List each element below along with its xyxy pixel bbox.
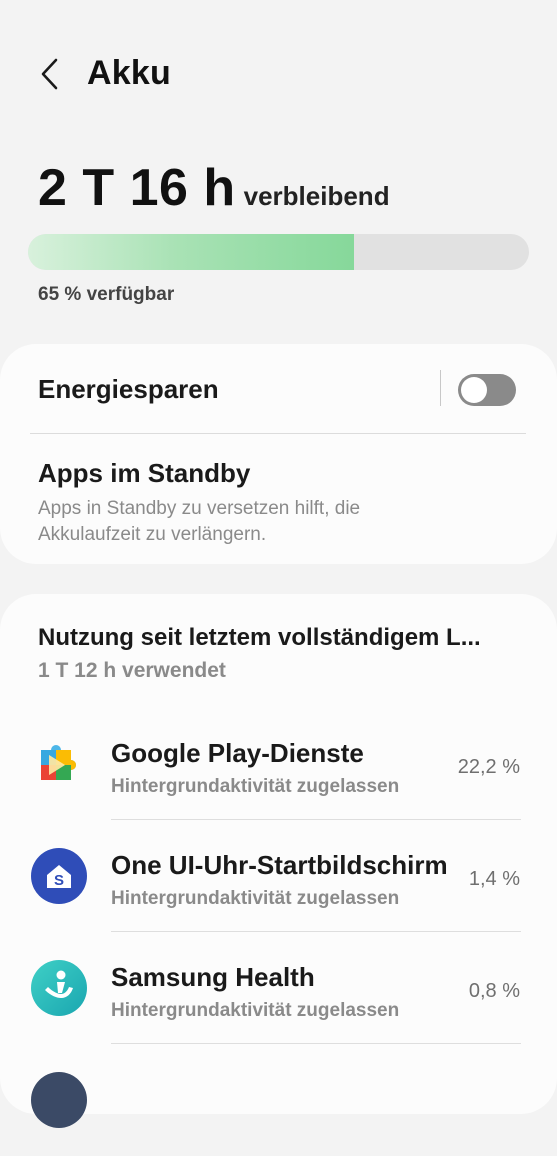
app-usage-percent: 1,4 % (468, 868, 520, 890)
apps-standby-title[interactable]: Apps im Standby (38, 458, 250, 489)
remaining-time: 2 T 16 h (38, 159, 236, 217)
usage-title: Nutzung seit letztem vollständigem L... (38, 624, 481, 651)
app-status: Hintergrundaktivität zugelassen (111, 776, 400, 797)
app-usage-row[interactable]: Samsung Health Hintergrundaktivität zuge… (0, 932, 557, 1044)
power-saving-row[interactable]: Energiesparen (38, 370, 518, 406)
apps-standby-description: Apps in Standby zu versetzen hilft, die … (38, 498, 361, 545)
app-status: Hintergrundaktivität zugelassen (111, 888, 400, 909)
app-usage-percent: 22,2 % (457, 756, 520, 778)
chevron-left-icon (41, 58, 58, 90)
usage-time: 1 T 12 h verwendet (38, 659, 226, 682)
app-usage-row[interactable]: Google Play-Dienste Hintergrundaktivität… (0, 708, 557, 820)
app-name: One UI-Uhr-Startbildschirm (111, 850, 448, 880)
battery-available-text: 65 % verfügbar (38, 284, 175, 305)
app-name: Samsung Health (111, 962, 315, 992)
app-usage-percent: 0,8 % (468, 980, 520, 1002)
app-name: Google Play-Dienste (111, 738, 364, 768)
power-settings-card: Energiesparen Apps im Standby Apps in St… (0, 344, 557, 564)
samsung-health-icon (31, 960, 87, 1016)
app-status: Hintergrundaktivität zugelassen (111, 1000, 400, 1021)
divider (30, 433, 526, 434)
back-button[interactable] (30, 52, 70, 96)
app-icon (31, 1072, 87, 1128)
page-title: Akku (87, 54, 171, 92)
header: Akku (0, 0, 557, 130)
remaining-label: verbleibend (243, 181, 390, 211)
app-usage-row[interactable]: S One UI-Uhr-Startbildschirm Hintergrund… (0, 820, 557, 932)
battery-level-fill (28, 234, 354, 270)
battery-level-bar (28, 234, 529, 270)
divider (440, 370, 441, 406)
power-saving-label: Energiesparen (38, 374, 219, 404)
google-play-services-icon (41, 745, 76, 780)
battery-summary: 2 T 16 h verbleibend (38, 158, 390, 218)
toggle-knob (461, 377, 487, 403)
usage-card: Nutzung seit letztem vollständigem L... … (0, 594, 557, 1128)
app-usage-row-partial[interactable] (0, 1044, 557, 1156)
power-saving-toggle[interactable] (458, 374, 516, 406)
one-ui-watch-home-icon: S (31, 848, 87, 904)
svg-text:S: S (54, 872, 64, 889)
